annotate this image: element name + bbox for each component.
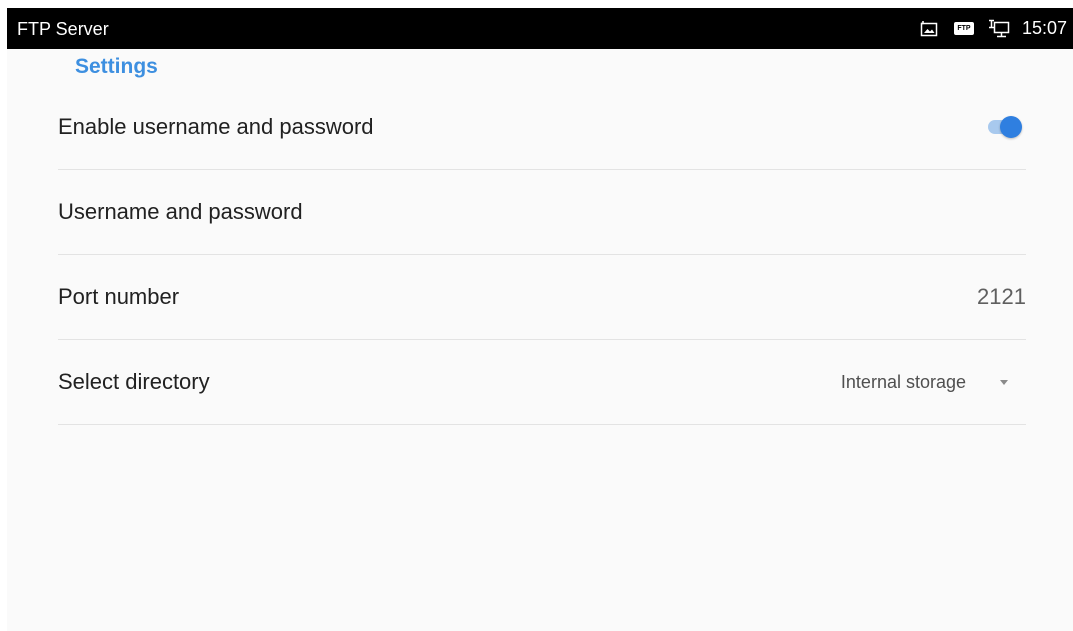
username-password-label: Username and password [58,199,303,224]
settings-section-header: Settings [75,55,158,78]
enable-username-password-label: Enable username and password [58,114,374,139]
directory-selected-value: Internal storage [840,371,966,392]
port-number-label: Port number [58,284,180,309]
app-title: FTP Server [17,19,109,39]
enable-username-password-toggle[interactable] [982,115,1022,139]
settings-list: Enable username and password Username an… [58,85,1026,425]
enable-username-password-control [982,85,1026,169]
screenshot-icon [920,20,940,38]
directory-dropdown[interactable]: Internal storage [841,372,1026,393]
port-number-control: 2121 [977,255,1026,339]
dropdown-arrow-icon [1000,379,1008,385]
screen: FTP Server FTP 15:07 Settings Enable use… [7,8,1073,631]
status-icons: FTP 15:07 [906,8,1067,49]
select-directory-control: Internal storage [841,340,1026,424]
status-time: 15:07 [1021,18,1067,38]
ftp-badge-text: FTP [953,22,974,35]
select-directory-label: Select directory [58,369,210,394]
select-directory-row: Select directory Internal storage [58,340,1026,425]
enable-username-password-row[interactable]: Enable username and password [58,85,1026,170]
status-bar: FTP Server FTP 15:07 [7,8,1073,49]
port-number-value: 2121 [977,284,1026,309]
toggle-thumb [1000,116,1022,138]
username-password-row[interactable]: Username and password [58,170,1026,255]
port-number-row[interactable]: Port number 2121 [58,255,1026,340]
ftp-icon: FTP [953,22,974,35]
network-monitor-icon [988,19,1010,39]
